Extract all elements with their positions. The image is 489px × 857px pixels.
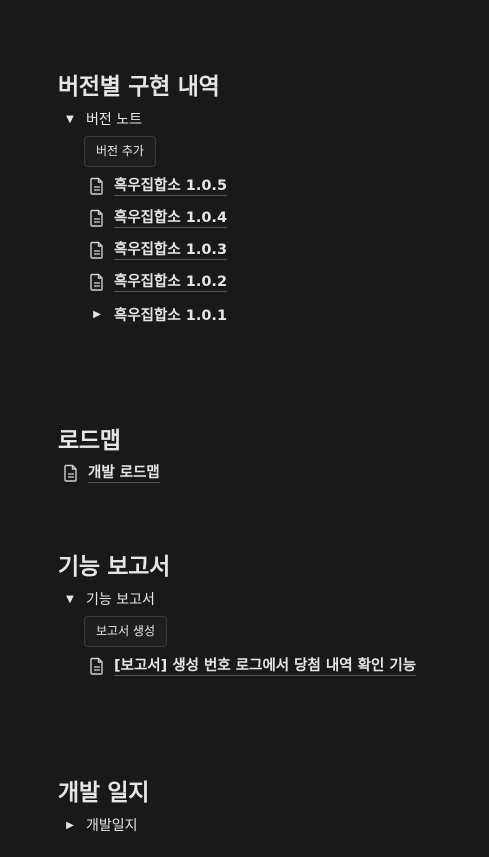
page-link-label[interactable]: [보고서] 생성 번호 로그에서 당첨 내역 확인 기능: [114, 657, 417, 676]
feature-reports-children: 보고서 생성 [보고서] 생성 번호 로그에서 당첨 내역 확인 기능: [84, 610, 489, 679]
create-report-button[interactable]: 보고서 생성: [84, 616, 168, 647]
page-link-label[interactable]: 흑우집합소 1.0.5: [114, 177, 228, 196]
section-title-roadmap: 로드맵: [58, 428, 121, 454]
triangle-down-icon[interactable]: ▼: [62, 114, 78, 125]
document-icon: [90, 209, 103, 227]
page-link-label[interactable]: 개발 로드맵: [88, 464, 160, 483]
document-icon: [90, 657, 103, 675]
toggle-version-notes[interactable]: ▼ 버전 노트: [62, 108, 489, 130]
section-devlog: 개발 일지 ▶ 개발일지: [58, 778, 489, 836]
section-title-reports: 기능 보고서: [58, 554, 171, 580]
toggle-label-feature-reports: 기능 보고서: [86, 592, 155, 608]
section-title-devlog: 개발 일지: [58, 780, 150, 806]
toggle-label-version-101: 흑우집합소 1.0.1: [114, 307, 228, 324]
page-link-label[interactable]: 흑우집합소 1.0.4: [114, 209, 228, 228]
document-icon: [90, 241, 103, 259]
page-link-label[interactable]: 흑우집합소 1.0.3: [114, 241, 228, 260]
toggle-label-devlog: 개발일지: [86, 818, 138, 834]
page-canvas: 버전별 구현 내역 ▼ 버전 노트 버전 추가 흑우집합소 1.0.5 흑우집합…: [0, 0, 489, 857]
toggle-feature-reports[interactable]: ▼ 기능 보고서: [62, 588, 489, 610]
toggle-devlog[interactable]: ▶ 개발일지: [62, 814, 489, 836]
section-roadmap: 로드맵 개발 로드맵: [58, 426, 489, 486]
page-link-label[interactable]: 흑우집합소 1.0.2: [114, 273, 228, 292]
page-link-report[interactable]: [보고서] 생성 번호 로그에서 당첨 내역 확인 기능: [84, 653, 489, 679]
triangle-right-icon[interactable]: ▶: [62, 820, 78, 831]
toggle-version-101[interactable]: ▶ 흑우집합소 1.0.1: [84, 301, 489, 327]
page-link-version-104[interactable]: 흑우집합소 1.0.4: [84, 205, 489, 231]
document-icon: [90, 273, 103, 291]
toggle-label-version-notes: 버전 노트: [86, 112, 142, 128]
version-notes-children: 버전 추가 흑우집합소 1.0.5 흑우집합소 1.0.4 흑우집합소 1.0.…: [84, 130, 489, 327]
section-title-versions: 버전별 구현 내역: [58, 74, 220, 100]
triangle-right-icon[interactable]: ▶: [88, 309, 106, 320]
triangle-down-icon[interactable]: ▼: [62, 594, 78, 605]
page-link-version-102[interactable]: 흑우집합소 1.0.2: [84, 269, 489, 295]
add-version-button[interactable]: 버전 추가: [84, 136, 156, 167]
document-icon: [64, 464, 77, 482]
document-icon: [90, 177, 103, 195]
section-versions: 버전별 구현 내역 ▼ 버전 노트 버전 추가 흑우집합소 1.0.5 흑우집합…: [58, 72, 489, 327]
section-reports: 기능 보고서 ▼ 기능 보고서 보고서 생성 [보고서] 생성 번호 로그에서 …: [58, 552, 489, 679]
page-link-version-103[interactable]: 흑우집합소 1.0.3: [84, 237, 489, 263]
page-link-dev-roadmap[interactable]: 개발 로드맵: [58, 460, 489, 486]
page-link-version-105[interactable]: 흑우집합소 1.0.5: [84, 173, 489, 199]
